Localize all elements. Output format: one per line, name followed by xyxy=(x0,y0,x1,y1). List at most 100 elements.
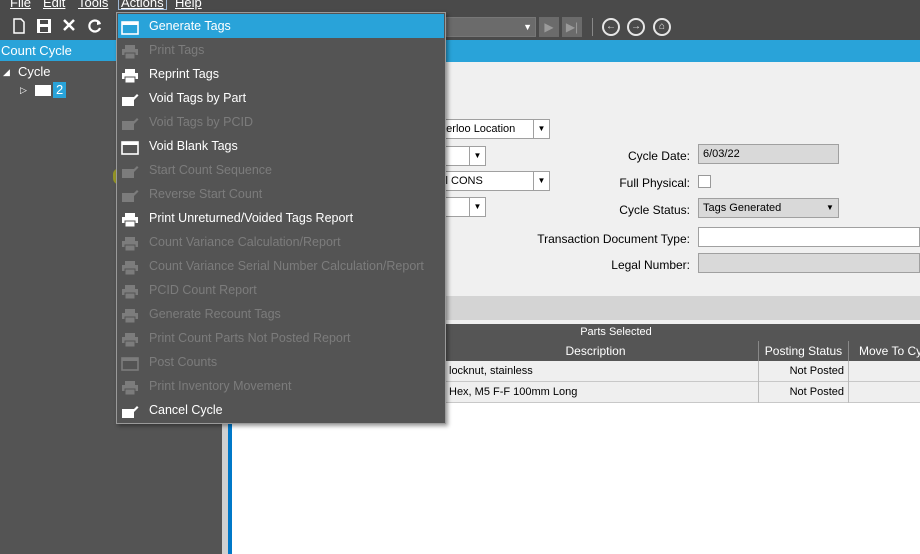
refresh-icon[interactable] xyxy=(86,18,104,36)
menu-item-void-tags-by-part[interactable]: Void Tags by Part xyxy=(118,86,444,110)
menu-bar: File Edit Tools Actions Help xyxy=(0,0,920,12)
printer-icon xyxy=(121,235,139,252)
cycle-status-field[interactable]: Tags Generated ▼ xyxy=(698,198,839,218)
toolbar-separator xyxy=(592,18,593,36)
legal-number-label: Legal Number: xyxy=(611,258,690,272)
cycle-date-field: 6/03/22 xyxy=(698,144,839,164)
menu-item-cancel-cycle[interactable]: Cancel Cycle xyxy=(118,398,444,422)
menu-item-label: Count Variance Serial Number Calculation… xyxy=(149,259,424,273)
app-window: { "menubar": { "file": "File", "edit": "… xyxy=(0,0,920,554)
save-icon[interactable] xyxy=(35,18,53,36)
transaction-doc-type-field[interactable] xyxy=(698,227,920,247)
menu-item-label: Count Variance Calculation/Report xyxy=(149,235,341,249)
printer-icon xyxy=(121,331,139,348)
actions-menu: Generate Tags Print Tags Reprint Tags Void … xyxy=(116,12,446,424)
cell-description: locknut, stainless xyxy=(432,361,758,382)
next-record-button[interactable]: ▶ xyxy=(539,17,559,37)
menu-item-label: Generate Recount Tags xyxy=(149,307,281,321)
cell-description: Hex, M5 F-F 100mm Long xyxy=(432,382,758,403)
edit-icon xyxy=(121,187,139,202)
menu-item-generate-tags[interactable]: Generate Tags xyxy=(118,14,444,38)
window-icon xyxy=(121,19,139,35)
menu-item-generate-recount-tags: Generate Recount Tags xyxy=(118,302,444,326)
printer-icon xyxy=(121,67,139,84)
full-physical-checkbox[interactable] xyxy=(698,175,711,188)
chevron-down-icon[interactable]: ▼ xyxy=(469,147,485,165)
printer-icon xyxy=(121,379,139,396)
previous-icon[interactable]: ← xyxy=(602,18,620,36)
edit-icon xyxy=(121,115,139,130)
printer-icon xyxy=(121,259,139,276)
folder-icon xyxy=(35,85,51,96)
menu-item-label: PCID Count Report xyxy=(149,283,257,297)
chevron-down-icon: ▼ xyxy=(523,22,532,32)
menu-item-label: Print Count Parts Not Posted Report xyxy=(149,331,351,345)
chevron-down-icon[interactable]: ▼ xyxy=(469,198,485,216)
edit-icon xyxy=(121,163,139,178)
menu-help[interactable]: Help xyxy=(175,0,202,9)
cycle-status-value: Tags Generated xyxy=(703,202,782,214)
menu-item-reverse-start-count: Reverse Start Count xyxy=(118,182,444,206)
menu-item-start-count-sequence: Start Count Sequence xyxy=(118,158,444,182)
transaction-doc-type-label: Transaction Document Type: xyxy=(537,232,690,246)
menu-item-label: Reverse Start Count xyxy=(149,187,263,201)
menu-item-void-blank-tags[interactable]: Void Blank Tags xyxy=(118,134,444,158)
menu-item-count-variance-serial-number-calculation-report: Count Variance Serial Number Calculation… xyxy=(118,254,444,278)
menu-actions[interactable]: Actions xyxy=(118,0,167,10)
printer-icon xyxy=(121,43,139,60)
tree-node-label: 2 xyxy=(53,82,67,98)
warehouse-field[interactable]: aterloo Location ▼ xyxy=(432,119,550,139)
chevron-down-icon[interactable]: ▼ xyxy=(822,199,838,217)
cell-move-to-cycle[interactable] xyxy=(848,361,920,382)
next-icon[interactable]: → xyxy=(627,18,645,36)
menu-tools[interactable]: Tools xyxy=(78,0,108,9)
printer-icon xyxy=(121,307,139,324)
column-header-posting-status[interactable]: Posting Status xyxy=(758,341,848,361)
menu-item-print-count-parts-not-posted-report: Print Count Parts Not Posted Report xyxy=(118,326,444,350)
window-icon xyxy=(121,139,139,155)
menu-item-reprint-tags[interactable]: Reprint Tags xyxy=(118,62,444,86)
menu-item-label: Post Counts xyxy=(149,355,218,369)
tree-node-label: Cycle xyxy=(18,64,51,79)
cycle-date-label: Cycle Date: xyxy=(627,149,690,163)
menu-item-label: Void Blank Tags xyxy=(149,139,238,153)
column-header-move-to-cycle[interactable]: Move To Cy xyxy=(848,341,920,361)
column-header-description[interactable]: Description xyxy=(432,341,758,361)
menu-item-void-tags-by-pcid: Void Tags by PCID xyxy=(118,110,444,134)
menu-item-label: Reprint Tags xyxy=(149,67,219,81)
cell-posting-status: Not Posted xyxy=(758,382,848,403)
edit-icon xyxy=(121,403,139,418)
last-record-button[interactable]: ▶| xyxy=(562,17,582,37)
menu-item-label: Cancel Cycle xyxy=(149,403,223,417)
warehouse-value: aterloo Location xyxy=(437,123,516,135)
cycle-status-label: Cycle Status: xyxy=(619,203,690,217)
tree-node-child[interactable]: ▷ 2 xyxy=(20,81,80,99)
menu-item-label: Void Tags by PCID xyxy=(149,115,253,129)
menu-item-post-counts: Post Counts xyxy=(118,350,444,374)
window-icon xyxy=(121,355,139,371)
printer-icon xyxy=(121,283,139,300)
delete-icon[interactable] xyxy=(60,18,78,36)
edit-icon xyxy=(121,91,139,106)
menu-item-print-inventory-movement: Print Inventory Movement xyxy=(118,374,444,398)
menu-item-label: Print Inventory Movement xyxy=(149,379,292,393)
menu-item-print-tags: Print Tags xyxy=(118,38,444,62)
menu-item-label: Print Unreturned/Voided Tags Report xyxy=(149,211,354,225)
chevron-down-icon[interactable]: ▼ xyxy=(533,120,549,138)
menu-edit[interactable]: Edit xyxy=(43,0,65,9)
legal-number-field xyxy=(698,253,920,273)
record-selector-combo[interactable]: ▼ xyxy=(446,17,536,37)
cell-move-to-cycle[interactable] xyxy=(848,382,920,403)
menu-item-print-unreturned-voided-tags-report[interactable]: Print Unreturned/Voided Tags Report xyxy=(118,206,444,230)
full-physical-label: Full Physical: xyxy=(619,176,690,190)
menu-file[interactable]: File xyxy=(10,0,31,9)
expand-icon[interactable]: ▷ xyxy=(20,81,27,99)
home-icon[interactable]: ⌂ xyxy=(653,18,671,36)
menu-item-label: Void Tags by Part xyxy=(149,91,247,105)
menu-item-count-variance-calculation-report: Count Variance Calculation/Report xyxy=(118,230,444,254)
new-icon[interactable] xyxy=(10,18,28,36)
menu-item-label: Print Tags xyxy=(149,43,205,57)
cell-posting-status: Not Posted xyxy=(758,361,848,382)
collapse-icon[interactable]: ◢ xyxy=(3,63,10,81)
menu-item-label: Generate Tags xyxy=(149,19,231,33)
